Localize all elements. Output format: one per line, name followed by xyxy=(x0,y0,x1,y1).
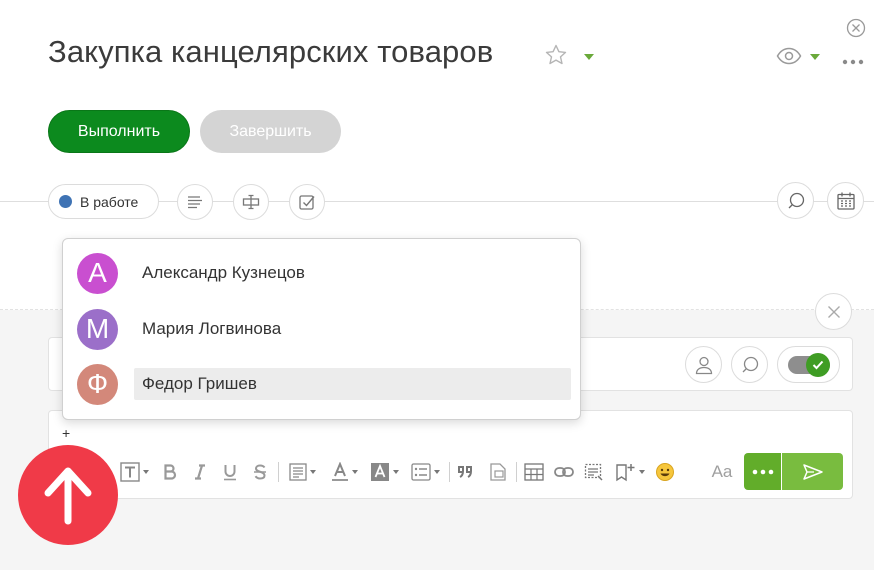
send-icon xyxy=(802,463,823,480)
insert-file-icon[interactable] xyxy=(486,460,510,484)
toolbar-separator xyxy=(516,462,517,482)
list-icon[interactable] xyxy=(408,460,442,484)
finish-button[interactable]: Завершить xyxy=(200,110,341,153)
quote-icon[interactable] xyxy=(455,460,479,484)
star-icon[interactable] xyxy=(544,43,568,67)
send-button[interactable] xyxy=(782,453,843,490)
comment-editor[interactable] xyxy=(48,410,853,499)
mention-dropdown: А Александр Кузнецов М Мария Логвинова Ф… xyxy=(62,238,581,420)
text-color-icon[interactable] xyxy=(328,460,360,484)
underline-icon[interactable] xyxy=(220,460,240,484)
user-icon xyxy=(695,356,712,374)
eye-icon[interactable] xyxy=(776,46,802,66)
check-icon xyxy=(806,353,830,377)
comment-type-button[interactable] xyxy=(731,346,768,383)
mention-option[interactable]: М Мария Логвинова xyxy=(77,305,571,353)
mention-option[interactable]: А Александр Кузнецов xyxy=(77,249,571,297)
strikethrough-icon[interactable] xyxy=(250,460,270,484)
background-color-icon[interactable] xyxy=(367,460,401,484)
text-lines-icon xyxy=(188,196,202,209)
watch-menu-caret-icon[interactable] xyxy=(810,54,820,60)
person-name: Федор Гришев xyxy=(134,368,571,400)
add-bookmark-icon[interactable] xyxy=(611,460,647,484)
text-field-icon xyxy=(242,194,260,210)
close-task-icon[interactable] xyxy=(846,18,866,38)
title-menu-caret-icon[interactable] xyxy=(584,54,594,60)
link-icon[interactable] xyxy=(552,460,576,484)
checkbox-icon xyxy=(299,195,315,210)
status-dot xyxy=(59,195,72,208)
arrow-up-icon xyxy=(44,467,92,525)
visibility-toggle[interactable] xyxy=(777,346,840,383)
insert-media-icon[interactable] xyxy=(582,460,606,484)
scroll-up-button[interactable] xyxy=(18,445,118,545)
calendar-icon xyxy=(836,192,855,210)
more-options-icon[interactable] xyxy=(842,52,864,65)
assign-user-button[interactable] xyxy=(685,346,722,383)
complete-button[interactable]: Выполнить xyxy=(48,110,190,153)
status-selector[interactable]: В работе xyxy=(48,184,159,219)
emoji-icon[interactable] xyxy=(653,460,677,484)
bold-icon[interactable] xyxy=(160,460,180,484)
table-icon[interactable] xyxy=(522,460,546,484)
avatar: Ф xyxy=(77,363,118,405)
italic-icon[interactable] xyxy=(190,460,210,484)
fields-button[interactable] xyxy=(233,184,269,220)
toolbar-separator xyxy=(449,462,450,482)
toolbar-separator xyxy=(278,462,279,482)
close-icon xyxy=(827,305,840,318)
text-style-icon[interactable] xyxy=(118,460,150,484)
close-panel-button[interactable] xyxy=(815,293,852,330)
comments-button[interactable] xyxy=(777,182,814,219)
person-name: Александр Кузнецов xyxy=(142,263,305,282)
task-title[interactable]: Закупка канцелярских товаров xyxy=(48,34,493,70)
editor-text: + xyxy=(62,425,71,441)
avatar: А xyxy=(77,252,118,294)
checklist-button[interactable] xyxy=(289,184,325,220)
avatar: М xyxy=(77,308,118,350)
chat-bubble-icon xyxy=(742,356,758,372)
chat-bubble-icon xyxy=(788,192,804,208)
more-actions-button[interactable] xyxy=(744,453,781,490)
description-button[interactable] xyxy=(177,184,213,220)
dots-icon xyxy=(752,469,773,474)
paragraph-icon[interactable] xyxy=(285,460,319,484)
font-size-toggle[interactable]: Aa xyxy=(708,460,736,484)
status-label: В работе xyxy=(80,193,139,210)
person-name: Мария Логвинова xyxy=(142,319,282,338)
mention-option-selected[interactable]: Ф Федор Гришев xyxy=(77,360,571,408)
calendar-button[interactable] xyxy=(827,182,864,219)
